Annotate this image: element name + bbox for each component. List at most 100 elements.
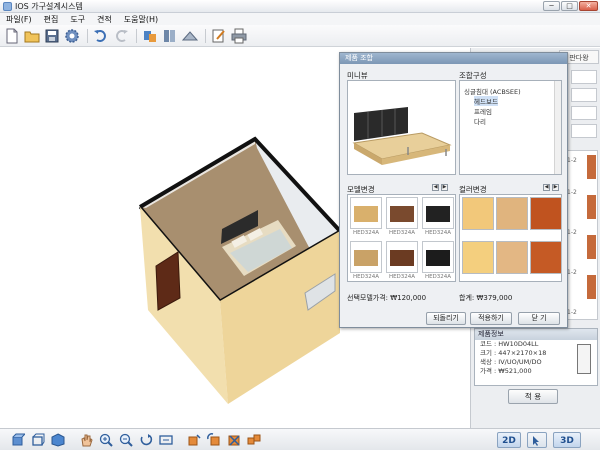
view-box-icon[interactable] — [10, 432, 26, 448]
layout-icon[interactable] — [181, 27, 199, 45]
model-option[interactable] — [386, 241, 418, 273]
product-info-header: 제품정보 — [475, 329, 597, 340]
tree-item-legs[interactable]: 다리 — [474, 116, 486, 126]
view-2d-button[interactable]: 2D — [497, 432, 521, 448]
color-prev-button[interactable]: ◀ — [543, 184, 550, 191]
product-code-label: 1-2 — [567, 157, 577, 164]
model-option[interactable] — [422, 197, 454, 229]
product-code-label: 1-2 — [567, 309, 577, 316]
save-icon[interactable] — [43, 27, 61, 45]
pan-hand-icon[interactable] — [78, 432, 94, 448]
undo-icon[interactable] — [92, 27, 110, 45]
model-caption: HED324A — [352, 274, 380, 280]
toolbar-separator — [205, 28, 206, 43]
model-caption: HED324A — [424, 274, 452, 280]
menu-tools[interactable]: 도구 — [70, 14, 85, 25]
maximize-button[interactable]: □ — [561, 1, 578, 11]
menu-bar: 파일(F) 편집 도구 견적 도움말(H) — [0, 13, 600, 25]
color-swatch[interactable] — [496, 241, 528, 274]
dialog-title: 제품 조합 — [340, 53, 567, 64]
product-code-label: 1-2 — [567, 269, 577, 276]
tree-root[interactable]: 싱글침대 (ACBSEE) — [464, 86, 521, 96]
color-swatch[interactable] — [496, 197, 528, 230]
apply-product-button[interactable]: 적 용 — [508, 389, 558, 404]
model-swatch — [426, 206, 450, 222]
selected-model-price: 선택모델가격: ₩120,000 — [347, 294, 427, 302]
title-bar: IOS 가구설계시스템 ─ □ ✕ — [0, 0, 600, 13]
view-3d-icon[interactable] — [50, 432, 66, 448]
color-swatch[interactable] — [530, 197, 562, 230]
product-info-panel: 제품정보 코드 : HW10D04LL 크기 : 447×2170×18 색상 … — [474, 328, 598, 386]
menu-edit[interactable]: 편집 — [44, 14, 59, 25]
fit-view-icon[interactable] — [158, 432, 174, 448]
composition-tree[interactable]: 싱글침대 (ACBSEE) 헤드보드 프레임 다리 — [459, 80, 562, 175]
toolbar — [0, 25, 600, 47]
view-3d-button[interactable]: 3D — [553, 432, 581, 448]
color-swatch[interactable] — [530, 241, 562, 274]
tree-scrollbar[interactable] — [554, 81, 561, 174]
color-swatch[interactable] — [462, 241, 494, 274]
menu-estimate[interactable]: 견적 — [97, 14, 112, 25]
filter-select[interactable] — [571, 88, 597, 102]
close-dialog-button[interactable]: 닫 기 — [518, 312, 560, 325]
redo-icon[interactable] — [112, 27, 130, 45]
rotate-icon[interactable] — [138, 432, 154, 448]
tree-item-headboard[interactable]: 헤드보드 — [474, 96, 498, 106]
settings-gear-icon[interactable] — [63, 27, 81, 45]
model-caption: HED324A — [424, 230, 452, 236]
model-swatch — [390, 206, 414, 222]
model-caption: HED324A — [352, 230, 380, 236]
color-grid — [459, 194, 562, 282]
filter-checkbox-box[interactable] — [571, 70, 597, 84]
print-icon[interactable] — [230, 27, 248, 45]
model-swatch — [426, 250, 450, 266]
model-option[interactable] — [350, 197, 382, 229]
model-caption: HED324A — [388, 274, 416, 280]
search-input[interactable] — [571, 124, 597, 138]
view-cube-icon[interactable] — [30, 432, 46, 448]
product-code-label: 1-2 — [567, 189, 577, 196]
product-thumb[interactable] — [587, 235, 596, 259]
delete-item-icon[interactable] — [226, 432, 242, 448]
tree-item-frame[interactable]: 프레임 — [474, 106, 492, 116]
product-thumb[interactable] — [587, 155, 596, 179]
close-window-button[interactable]: ✕ — [579, 1, 598, 11]
product-list[interactable]: 1-2 1-2 1-2 1-2 1-2 — [564, 150, 598, 320]
color-swatch[interactable] — [462, 197, 494, 230]
model-caption: HED324A — [388, 230, 416, 236]
zoom-out-icon[interactable] — [118, 432, 134, 448]
rotate-item-icon[interactable] — [206, 432, 222, 448]
zoom-in-icon[interactable] — [98, 432, 114, 448]
model-swatch — [390, 250, 414, 266]
model-next-button[interactable]: ▶ — [441, 184, 448, 191]
product-thumb[interactable] — [587, 275, 596, 299]
color-next-button[interactable]: ▶ — [552, 184, 559, 191]
edit-note-icon[interactable] — [210, 27, 228, 45]
window-title: IOS 가구설계시스템 — [15, 1, 83, 11]
revert-button[interactable]: 되돌리기 — [426, 312, 466, 325]
filter-select[interactable] — [571, 106, 597, 120]
apply-combination-button[interactable]: 적용하기 — [470, 312, 512, 325]
product-combination-dialog: 제품 조합 미니뷰 조합구성 싱글침대 (ACBSEE) 헤드보드 프레임 다리… — [339, 52, 568, 328]
product-thumbnail — [577, 344, 591, 374]
furniture-icon[interactable] — [141, 27, 159, 45]
minimize-button[interactable]: ─ — [543, 1, 560, 11]
app-icon — [3, 1, 12, 11]
toolbar-separator — [136, 28, 137, 43]
model-prev-button[interactable]: ◀ — [432, 184, 439, 191]
cursor-arrow-icon — [533, 436, 539, 446]
new-file-icon[interactable] — [3, 27, 21, 45]
group-item-icon[interactable] — [246, 432, 262, 448]
product-thumb[interactable] — [587, 195, 596, 219]
menu-file[interactable]: 파일(F) — [6, 14, 32, 25]
open-folder-icon[interactable] — [23, 27, 41, 45]
total-price: 합계: ₩379,000 — [459, 294, 513, 302]
model-option[interactable] — [350, 241, 382, 273]
model-option[interactable] — [422, 241, 454, 273]
window-controls: ─ □ ✕ — [543, 1, 598, 11]
pointer-tool-button[interactable] — [527, 432, 547, 448]
model-option[interactable] — [386, 197, 418, 229]
menu-help[interactable]: 도움말(H) — [124, 14, 158, 25]
move-item-icon[interactable] — [186, 432, 202, 448]
catalog-icon[interactable] — [161, 27, 179, 45]
